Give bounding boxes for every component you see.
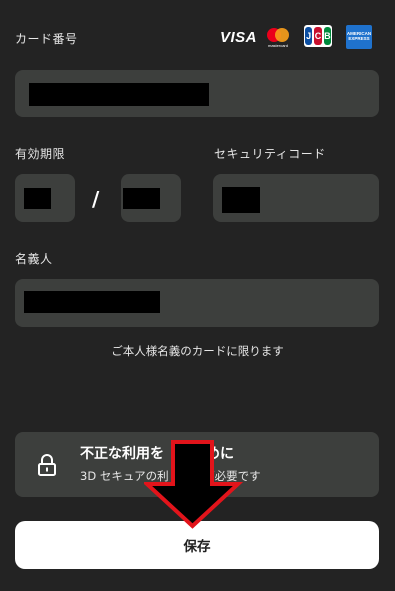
redacted-expiry-year xyxy=(123,188,160,209)
card-number-label: カード番号 xyxy=(15,32,78,46)
jcb-letter-b: B xyxy=(323,27,331,45)
holder-note: ご本人様名義のカードに限ります xyxy=(111,344,284,358)
card-number-input[interactable] xyxy=(15,70,379,117)
lock-icon xyxy=(38,454,56,476)
expiry-year-input[interactable] xyxy=(121,174,181,222)
jcb-letter-j: J xyxy=(305,27,313,45)
mastercard-logo: mastercard xyxy=(262,26,294,52)
security-code-label: セキュリティコード xyxy=(214,147,326,161)
holder-label: 名義人 xyxy=(15,252,53,266)
expiry-separator: / xyxy=(92,187,100,211)
redacted-holder-name xyxy=(24,291,160,313)
jcb-logo: J C B xyxy=(304,25,332,47)
mastercard-wordmark: mastercard xyxy=(267,43,288,48)
visa-logo: VISA xyxy=(220,29,258,46)
holder-name-input[interactable] xyxy=(15,279,379,327)
redacted-security-code xyxy=(222,187,260,213)
card-brand-logos: VISA mastercard J C B AMERICAN EXPRESS xyxy=(218,24,378,52)
redacted-expiry-month xyxy=(24,188,51,209)
redacted-card-number xyxy=(29,83,209,106)
security-code-input[interactable] xyxy=(213,174,379,222)
annotation-arrow-icon xyxy=(144,440,244,529)
amex-logo: AMERICAN EXPRESS xyxy=(346,25,372,49)
expiry-label: 有効期限 xyxy=(15,147,66,161)
jcb-letter-c: C xyxy=(314,27,322,45)
expiry-month-input[interactable] xyxy=(15,174,75,222)
